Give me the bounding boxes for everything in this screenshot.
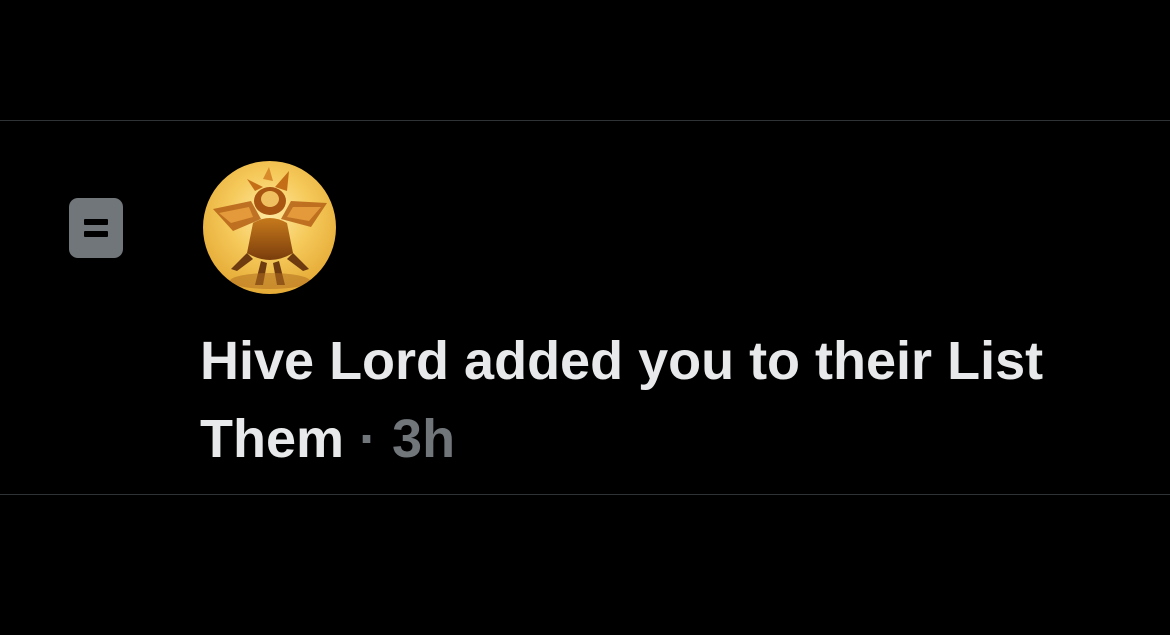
bottom-divider <box>0 494 1170 495</box>
list-icon <box>69 198 123 258</box>
timestamp: 3h <box>392 409 456 469</box>
hive-lord-avatar-image <box>203 161 336 294</box>
separator-dot: · <box>344 409 393 469</box>
list-prefix-text: List <box>947 331 1044 391</box>
list-icon-line <box>84 231 108 237</box>
list-icon-line <box>84 219 108 225</box>
notification-text: Hive Lord added you to their List Them ·… <box>200 322 1140 478</box>
action-text: added you to their <box>449 331 948 391</box>
actor-name-link[interactable]: Hive Lord <box>200 331 449 391</box>
list-name-link[interactable]: Them <box>200 409 344 469</box>
avatar[interactable] <box>203 161 336 294</box>
